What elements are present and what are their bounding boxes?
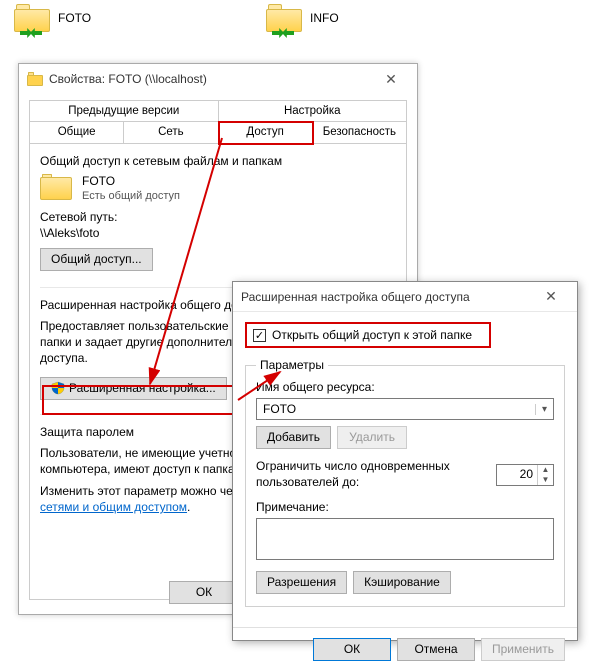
spin-up-icon[interactable]: ▲ xyxy=(538,465,553,475)
caching-button[interactable]: Кэширование xyxy=(353,571,451,594)
checkbox-icon[interactable]: ✓ xyxy=(253,329,266,342)
share-name-combo[interactable]: FOTO ▾ xyxy=(256,398,554,420)
dialog-title: Расширенная настройка общего доступа xyxy=(241,290,531,304)
cancel-button[interactable]: Отмена xyxy=(397,638,475,661)
advanced-sharing-dialog: Расширенная настройка общего доступа ✕ ✓… xyxy=(232,281,578,641)
share-name-value: FOTO xyxy=(257,402,535,416)
folder-icon xyxy=(40,174,72,200)
tab-network[interactable]: Сеть xyxy=(124,122,218,144)
tab-strip: Предыдущие версии Настройка Общие Сеть Д… xyxy=(29,100,407,144)
highlight-advanced-button xyxy=(42,385,238,415)
desktop-folder-info[interactable]: INFO xyxy=(266,4,376,32)
tab-security[interactable]: Безопасность xyxy=(313,122,407,144)
close-icon[interactable]: ✕ xyxy=(531,288,571,305)
tab-previous-versions[interactable]: Предыдущие версии xyxy=(29,100,219,122)
share-folder-label: Открыть общий доступ к этой папке xyxy=(272,328,472,342)
chevron-down-icon[interactable]: ▾ xyxy=(535,404,553,415)
parameters-fieldset: Параметры Имя общего ресурса: FOTO ▾ Доб… xyxy=(245,358,565,607)
permissions-button[interactable]: Разрешения xyxy=(256,571,347,594)
tab-customize[interactable]: Настройка xyxy=(219,100,408,122)
add-button[interactable]: Добавить xyxy=(256,426,331,449)
limit-value: 20 xyxy=(497,465,537,485)
tab-sharing[interactable]: Доступ xyxy=(219,122,313,144)
note-label: Примечание: xyxy=(256,500,554,514)
limit-spinner[interactable]: 20 ▲▼ xyxy=(496,464,554,486)
apply-button[interactable]: Применить xyxy=(481,638,565,661)
folder-icon xyxy=(27,72,43,86)
spin-down-icon[interactable]: ▼ xyxy=(538,475,553,485)
close-icon[interactable]: ✕ xyxy=(371,71,411,88)
note-textarea[interactable] xyxy=(256,518,554,560)
desktop-folder-label: INFO xyxy=(310,11,339,25)
shared-folder-icon xyxy=(266,4,302,32)
delete-button[interactable]: Удалить xyxy=(337,426,407,449)
shared-folder-icon xyxy=(14,4,50,32)
tab-general[interactable]: Общие xyxy=(29,122,124,144)
ok-button[interactable]: ОК xyxy=(169,581,239,604)
desktop-folder-label: FOTO xyxy=(58,11,91,25)
share-status: Есть общий доступ xyxy=(82,190,180,202)
window-title: Свойства: FOTO (\\localhost) xyxy=(49,72,371,86)
network-path-label: Сетевой путь: xyxy=(40,210,396,224)
limit-label: Ограничить число одновременных пользоват… xyxy=(256,459,486,490)
section-heading: Общий доступ к сетевым файлам и папкам xyxy=(40,154,396,168)
network-path-value: \\Aleks\foto xyxy=(40,226,396,240)
share-button[interactable]: Общий доступ... xyxy=(40,248,153,271)
titlebar[interactable]: Свойства: FOTO (\\localhost) ✕ xyxy=(19,64,417,94)
ok-button[interactable]: ОК xyxy=(313,638,391,661)
folder-name: FOTO xyxy=(82,174,180,188)
share-folder-checkbox-row[interactable]: ✓ Открыть общий доступ к этой папке xyxy=(245,322,491,348)
desktop-folder-foto[interactable]: FOTO xyxy=(14,4,124,32)
parameters-legend: Параметры xyxy=(256,358,328,372)
share-name-label: Имя общего ресурса: xyxy=(256,380,554,394)
titlebar[interactable]: Расширенная настройка общего доступа ✕ xyxy=(233,282,577,312)
